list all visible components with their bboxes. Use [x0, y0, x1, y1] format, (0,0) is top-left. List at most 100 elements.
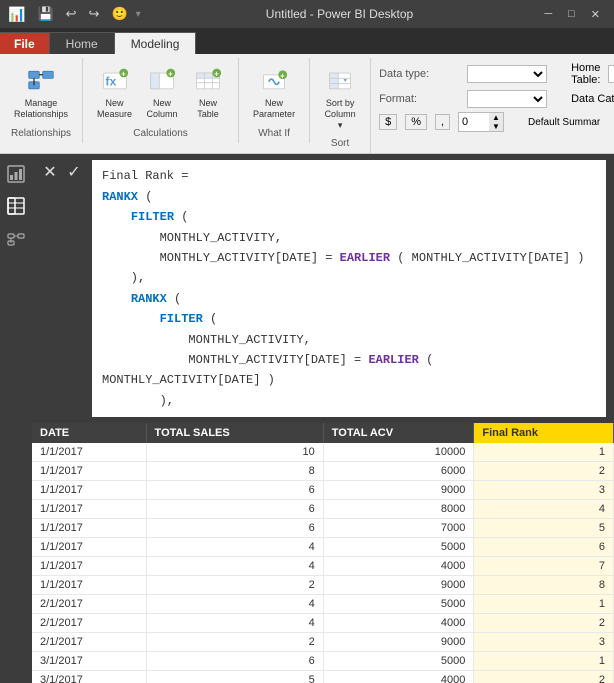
cell-date: 2/1/2017	[32, 633, 146, 652]
cell-date: 1/1/2017	[32, 538, 146, 557]
table-row: 1/1/2017 6 9000 3	[32, 481, 614, 500]
table-row: 2/1/2017 4 4000 2	[32, 614, 614, 633]
data-table-container: DATE TOTAL SALES TOTAL ACV Final Rank 1/…	[32, 423, 614, 683]
ribbon-group-calculations: fx + NewMeasure + NewColumn	[83, 58, 239, 143]
new-column-icon: +	[146, 64, 178, 96]
new-column-button[interactable]: + NewColumn	[140, 60, 184, 124]
cell-total-sales: 4	[146, 538, 323, 557]
sidebar-icon-data[interactable]	[4, 194, 28, 218]
tab-file[interactable]: File	[0, 32, 50, 54]
cell-final-rank: 2	[474, 671, 614, 683]
comma-format-button[interactable]: ,	[435, 114, 450, 130]
cell-total-acv: 9000	[323, 633, 474, 652]
cell-total-sales: 4	[146, 595, 323, 614]
cell-final-rank: 1	[474, 595, 614, 614]
col-header-total-sales: TOTAL SALES	[146, 423, 323, 443]
manage-relationships-button[interactable]: ManageRelationships	[8, 60, 74, 124]
sort-by-column-icon	[324, 64, 356, 96]
increment-button[interactable]: ▲	[489, 113, 503, 122]
svg-text:+: +	[280, 71, 285, 80]
decimal-input[interactable]	[459, 115, 489, 129]
new-parameter-button[interactable]: + NewParameter	[247, 60, 301, 124]
table-row: 1/1/2017 6 8000 4	[32, 500, 614, 519]
cell-date: 1/1/2017	[32, 462, 146, 481]
ribbon-right-panel: Data type: Home Table: Format: Data Cate…	[371, 58, 614, 136]
formula-line-11: ),	[102, 394, 174, 408]
content-area: ✕ ✓ Final Rank = RANKX ( FILTER ( MONTHL…	[32, 154, 614, 683]
app-icon: 📊	[8, 6, 25, 23]
new-measure-button[interactable]: fx + NewMeasure	[91, 60, 138, 124]
cell-date: 1/1/2017	[32, 576, 146, 595]
new-table-icon: +	[192, 64, 224, 96]
percent-format-button[interactable]: %	[405, 114, 427, 130]
data-type-row: Data type: Home Table:	[379, 62, 614, 86]
cell-total-sales: 4	[146, 614, 323, 633]
sidebar-icon-report[interactable]	[4, 162, 28, 186]
cell-date: 1/1/2017	[32, 481, 146, 500]
ribbon-group-sort: Sort byColumn ▾ Sort	[310, 58, 371, 153]
formula-line-2: RANKX (	[102, 190, 152, 204]
formula-line-9: MONTHLY_ACTIVITY,	[102, 333, 311, 347]
tab-home[interactable]: Home	[50, 32, 115, 54]
cell-final-rank: 3	[474, 481, 614, 500]
decimal-places-input[interactable]: ▲ ▼	[458, 112, 504, 132]
cell-date: 2/1/2017	[32, 614, 146, 633]
cell-total-acv: 5000	[323, 595, 474, 614]
manage-relationships-label: ManageRelationships	[14, 98, 68, 120]
formula-editor[interactable]: Final Rank = RANKX ( FILTER ( MONTHLY_AC…	[92, 160, 606, 417]
maximize-button[interactable]: □	[562, 6, 581, 23]
table-header-row: DATE TOTAL SALES TOTAL ACV Final Rank	[32, 423, 614, 443]
close-button[interactable]: ✕	[585, 6, 606, 23]
undo-button[interactable]: ↩	[62, 4, 81, 24]
cell-total-sales: 6	[146, 481, 323, 500]
relationships-icon	[25, 64, 57, 96]
home-table-select[interactable]	[608, 65, 614, 83]
quick-access-toolbar: 💾 ↩ ↪ 🙂 ▾	[33, 4, 140, 24]
whatif-buttons: + NewParameter	[247, 60, 301, 124]
sidebar	[0, 154, 32, 683]
main-area: ✕ ✓ Final Rank = RANKX ( FILTER ( MONTHL…	[0, 154, 614, 683]
redo-button[interactable]: ↪	[85, 4, 104, 24]
svg-text:+: +	[214, 70, 219, 79]
tab-modeling[interactable]: Modeling	[115, 32, 197, 54]
formula-confirm-button[interactable]: ✓	[64, 162, 84, 182]
formula-line-6: ),	[102, 271, 145, 285]
new-table-label: NewTable	[197, 98, 219, 120]
format-select[interactable]	[467, 90, 547, 108]
formula-line-3: FILTER (	[102, 210, 188, 224]
whatif-group-label: What If	[258, 124, 290, 139]
dollar-format-button[interactable]: $	[379, 114, 397, 130]
formula-line-10: MONTHLY_ACTIVITY[DATE] = EARLIER ( MONTH…	[102, 353, 433, 387]
new-measure-label: NewMeasure	[97, 98, 132, 120]
cell-final-rank: 2	[474, 462, 614, 481]
sort-buttons: Sort byColumn ▾	[318, 60, 362, 134]
table-body: 1/1/2017 10 10000 1 1/1/2017 8 6000 2 1/…	[32, 443, 614, 683]
cell-total-sales: 2	[146, 576, 323, 595]
data-type-label: Data type:	[379, 68, 459, 80]
table-row: 1/1/2017 6 7000 5	[32, 519, 614, 538]
data-type-select[interactable]	[467, 65, 547, 83]
save-button[interactable]: 💾	[33, 4, 57, 24]
sidebar-icon-model[interactable]	[4, 226, 28, 250]
cell-total-acv: 4000	[323, 614, 474, 633]
cell-total-sales: 10	[146, 443, 323, 462]
cell-total-acv: 5000	[323, 538, 474, 557]
cell-date: 1/1/2017	[32, 500, 146, 519]
new-parameter-icon: +	[258, 64, 290, 96]
table-row: 1/1/2017 4 4000 7	[32, 557, 614, 576]
table-row: 1/1/2017 8 6000 2	[32, 462, 614, 481]
decrement-button[interactable]: ▼	[489, 122, 503, 131]
new-measure-icon: fx +	[99, 64, 131, 96]
svg-text:fx: fx	[105, 74, 116, 88]
sort-by-column-button[interactable]: Sort byColumn ▾	[318, 60, 362, 134]
new-table-button[interactable]: + NewTable	[186, 60, 230, 124]
cell-total-acv: 5000	[323, 652, 474, 671]
formula-cancel-button[interactable]: ✕	[40, 162, 60, 182]
relationships-group-label: Relationships	[11, 124, 71, 139]
cell-date: 1/1/2017	[32, 519, 146, 538]
cell-total-sales: 5	[146, 671, 323, 683]
svg-text:+: +	[168, 70, 173, 79]
formula-line-8: FILTER (	[102, 312, 217, 326]
minimize-button[interactable]: ─	[538, 6, 558, 23]
emoji-button[interactable]: 🙂	[107, 4, 131, 24]
